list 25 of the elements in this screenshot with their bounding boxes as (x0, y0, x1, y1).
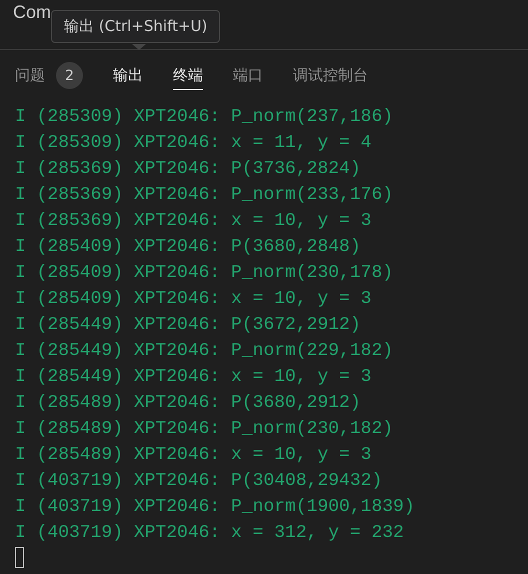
terminal-line: I (285489) XPT2046: x = 10, y = 3 (15, 444, 372, 467)
section-title: Com (13, 2, 52, 23)
panel-tab[interactable]: 终端 (173, 62, 203, 90)
tooltip: 输出 (Ctrl+Shift+U) (51, 10, 220, 43)
terminal-line: I (285369) XPT2046: P_norm(233,176) (15, 184, 394, 207)
terminal-line: I (403719) XPT2046: P(30408,29432) (15, 470, 384, 493)
terminal-line: I (285409) XPT2046: x = 10, y = 3 (15, 288, 372, 311)
terminal-line: I (285489) XPT2046: P_norm(230,182) (15, 418, 394, 441)
terminal-line: I (285409) XPT2046: P(3680,2848) (15, 236, 362, 259)
panel-tab[interactable]: 问题 2 (15, 58, 83, 94)
count-badge: 2 (56, 62, 83, 89)
terminal-line: I (285489) XPT2046: P(3680,2912) (15, 392, 362, 415)
panel-tab[interactable]: 输出 (113, 62, 143, 90)
terminal-line: I (285369) XPT2046: P(3736,2824) (15, 158, 362, 181)
terminal-line: I (285409) XPT2046: P_norm(230,178) (15, 262, 394, 285)
terminal-line: I (285449) XPT2046: x = 10, y = 3 (15, 366, 372, 389)
terminal-line: I (285309) XPT2046: P_norm(237,186) (15, 106, 394, 129)
terminal-line: I (403719) XPT2046: P_norm(1900,1839) (15, 496, 416, 519)
terminal-line: I (285449) XPT2046: P(3672,2912) (15, 314, 362, 337)
panel-tab[interactable]: 调试控制台 (293, 62, 368, 90)
terminal-line: I (285369) XPT2046: x = 10, y = 3 (15, 210, 372, 233)
panel-tab[interactable]: 端口 (233, 62, 263, 90)
terminal-line: I (285449) XPT2046: P_norm(229,182) (15, 340, 394, 363)
terminal-line: I (285309) XPT2046: x = 11, y = 4 (15, 132, 372, 155)
terminal-line: I (403719) XPT2046: x = 312, y = 232 (15, 522, 405, 545)
